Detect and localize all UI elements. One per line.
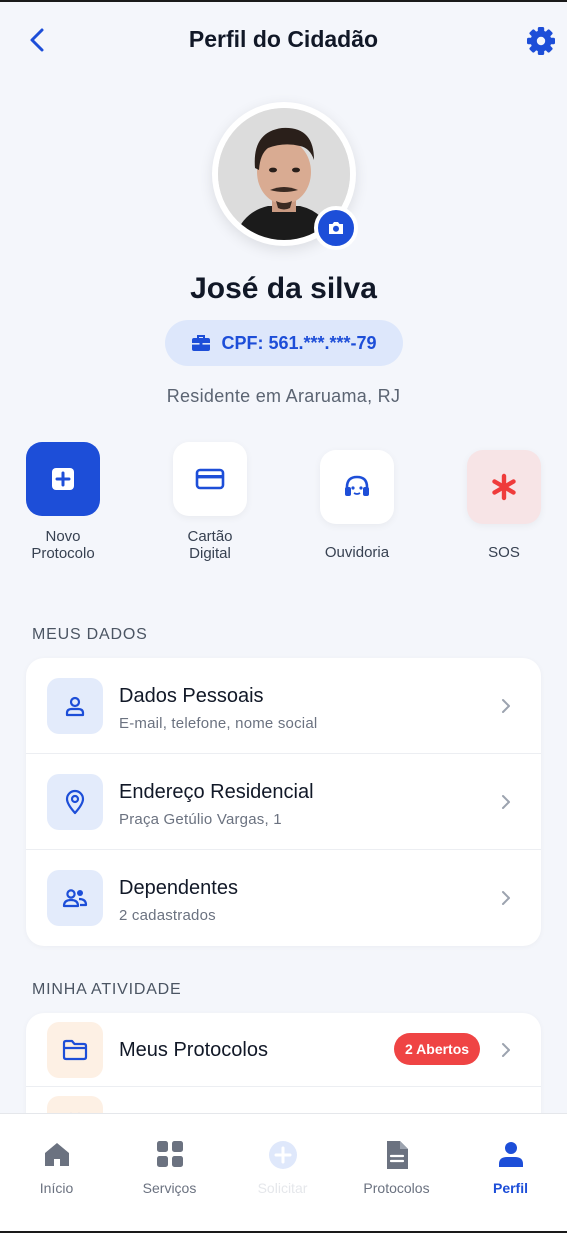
home-icon: [44, 1143, 69, 1166]
row-subtitle: Praça Getúlio Vargas, 1: [119, 811, 282, 828]
camera-icon: [329, 222, 343, 234]
gear-icon: [527, 27, 555, 55]
quick-action-label: Novo Protocolo: [31, 528, 95, 562]
nav-item-profile[interactable]: Perfil: [454, 1114, 567, 1231]
row-title: Endereço Residencial: [119, 781, 314, 803]
chevron-right-icon: [502, 699, 510, 713]
dependents-icon-tile: [47, 870, 103, 926]
headset-icon: [345, 475, 369, 496]
row-title: Meus Protocolos: [119, 1039, 268, 1061]
list-item-my-protocols[interactable]: Meus Protocolos 2 Abertos: [26, 1013, 541, 1087]
open-count-badge: 2 Abertos: [394, 1033, 481, 1065]
location-pin-icon: [65, 789, 85, 815]
bottom-nav: Início Serviços Solicitar Protocolos Per…: [0, 1113, 567, 1231]
quick-action-ombudsman[interactable]: Ouvidoria: [302, 450, 412, 561]
person-icon: [65, 696, 85, 717]
personal-data-icon-tile: [47, 678, 103, 734]
briefcase-icon: [192, 335, 211, 351]
nav-label: Solicitar: [257, 1180, 308, 1196]
asterisk-icon: [492, 473, 516, 501]
chevron-right-icon: [502, 1043, 510, 1057]
change-photo-button[interactable]: [314, 206, 358, 250]
page-title: Perfil do Cidadão: [188, 26, 379, 52]
quick-action-label: Ouvidoria: [324, 544, 390, 561]
nav-item-protocols[interactable]: Protocolos: [340, 1114, 453, 1231]
row-title: Dependentes: [119, 877, 238, 899]
chevron-right-icon: [502, 795, 510, 809]
chevron-right-icon: [502, 891, 510, 905]
document-icon: [386, 1141, 408, 1169]
top-bar: Perfil do Cidadão: [0, 2, 567, 78]
folder-icon: [62, 1039, 88, 1061]
quick-action-label: Cartão Digital: [187, 528, 233, 562]
cpf-badge: CPF: 561.***.***-79: [165, 320, 403, 366]
plus-square-icon: [52, 468, 74, 490]
digital-card-tile[interactable]: [173, 442, 247, 516]
profile-screen: Perfil do Cidadão José da silva CPF: 561…: [0, 2, 567, 1231]
nav-label: Perfil: [492, 1180, 528, 1196]
protocols-icon-tile: [47, 1022, 103, 1078]
new-protocol-tile[interactable]: [26, 442, 100, 516]
grid-icon: [156, 1141, 183, 1167]
settings-button[interactable]: [524, 24, 558, 58]
sos-tile[interactable]: [467, 450, 541, 524]
quick-action-sos[interactable]: SOS: [449, 450, 559, 561]
nav-item-request[interactable]: Solicitar: [226, 1114, 339, 1231]
section-title-my-activity: MINHA ATIVIDADE: [32, 981, 182, 998]
list-item-personal-data[interactable]: Dados Pessoais E-mail, telefone, nome so…: [26, 658, 541, 754]
quick-action-new-protocol[interactable]: Novo Protocolo: [8, 442, 118, 562]
nav-label: Serviços: [142, 1180, 197, 1196]
list-item-address[interactable]: Endereço Residencial Praça Getúlio Varga…: [26, 754, 541, 850]
address-icon-tile: [47, 774, 103, 830]
quick-action-digital-card[interactable]: Cartão Digital: [155, 442, 265, 562]
residence-text: Residente em Araruama, RJ: [166, 386, 401, 406]
people-icon: [62, 889, 88, 908]
section-title-my-data: MEUS DADOS: [32, 626, 148, 643]
my-data-card: Dados Pessoais E-mail, telefone, nome so…: [26, 658, 541, 946]
row-title: Dados Pessoais: [119, 685, 264, 707]
list-item-dependents[interactable]: Dependentes 2 cadastrados: [26, 850, 541, 946]
plus-circle-icon: [268, 1141, 297, 1169]
user-name: José da silva: [190, 272, 377, 305]
person-icon: [498, 1142, 523, 1167]
ombudsman-tile[interactable]: [320, 450, 394, 524]
nav-label: Protocolos: [363, 1180, 430, 1196]
nav-item-home[interactable]: Início: [0, 1114, 113, 1231]
quick-action-label: SOS: [488, 544, 520, 561]
cpf-text: CPF: 561.***.***-79: [221, 332, 377, 353]
nav-label: Início: [39, 1180, 74, 1196]
row-subtitle: E-mail, telefone, nome social: [119, 715, 318, 732]
row-subtitle: 2 cadastrados: [119, 907, 216, 924]
credit-card-icon: [195, 468, 225, 490]
nav-item-services[interactable]: Serviços: [113, 1114, 226, 1231]
